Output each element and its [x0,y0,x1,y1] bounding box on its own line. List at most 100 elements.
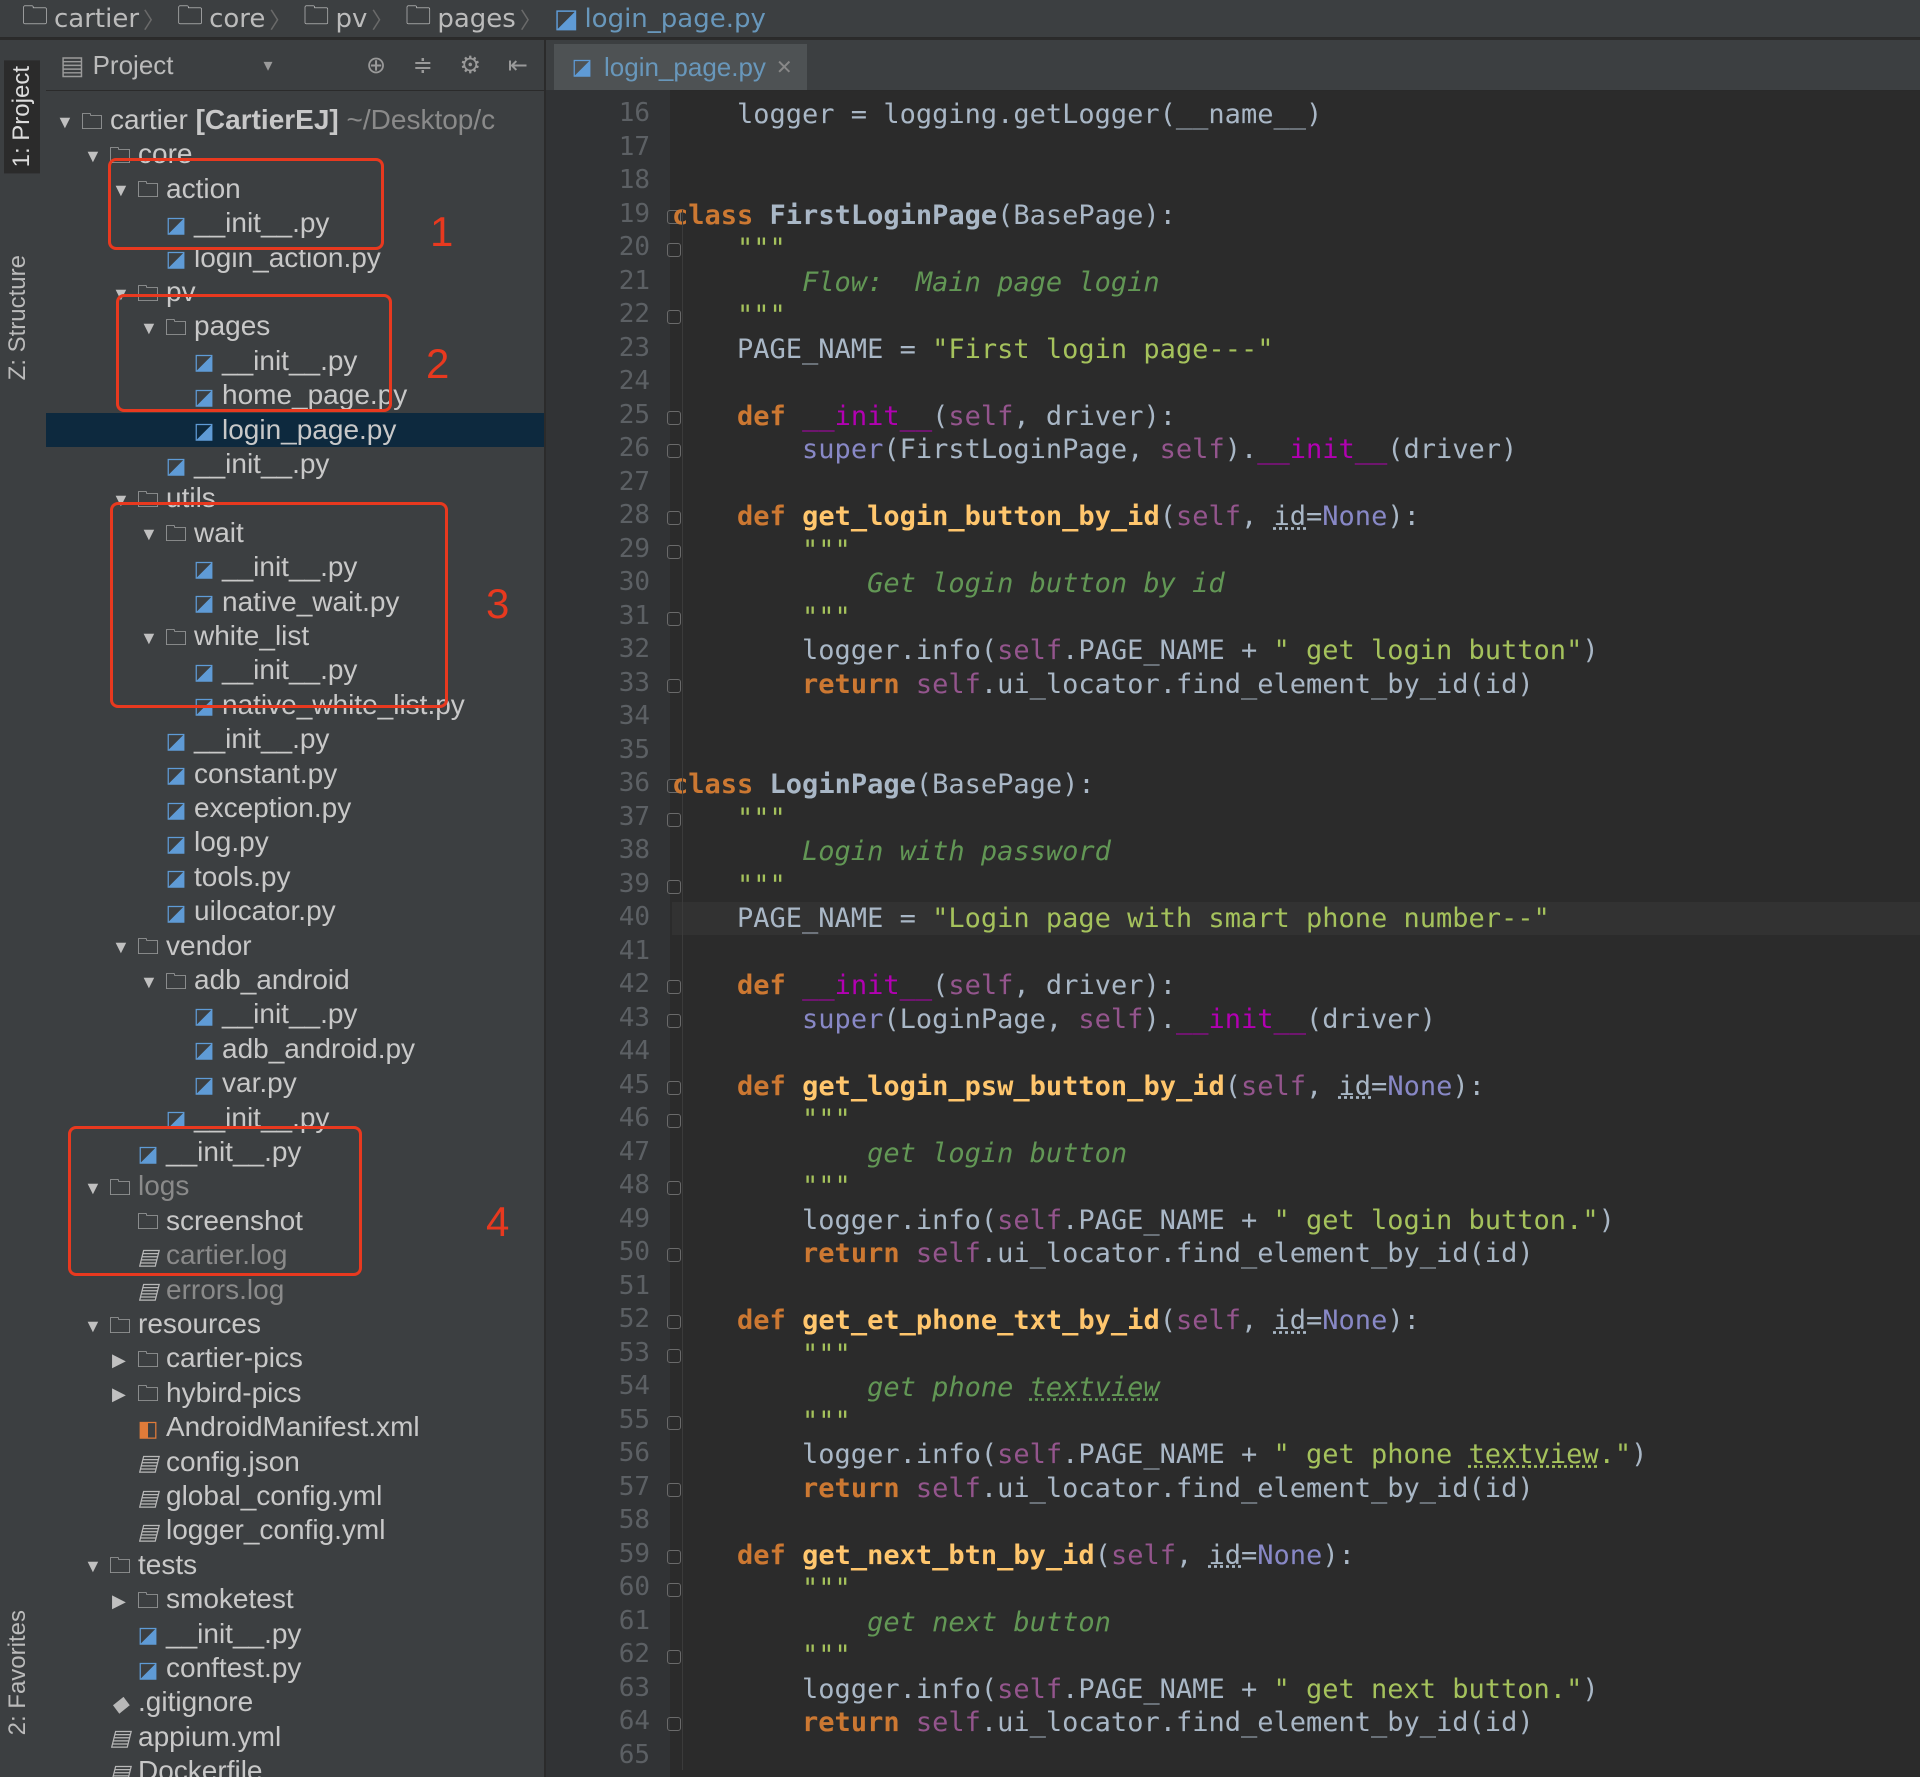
collapse-arrow-icon[interactable]: ▼ [84,1549,106,1583]
tree-node[interactable]: ◪ adb_android.py [46,1032,544,1066]
tree-node[interactable]: ◪ __init__.py [46,997,544,1031]
line-number: 38 [618,835,650,865]
breadcrumb-label: pages [437,3,516,34]
breadcrumb-item[interactable]: 🗀 core [169,0,265,41]
text-file-icon: ▤ [137,1519,159,1544]
tree-node[interactable]: ◪ tools.py [46,860,544,894]
tree-node[interactable]: ▼ 🗀 tests [46,1548,544,1582]
editor-tab-bar: ◪ login_page.py ✕ [546,40,1920,91]
tree-node[interactable]: ▼ 🗀 adb_android [46,963,544,997]
tree-node[interactable]: ◪ log.py [46,825,544,859]
line-number: 39 [618,868,650,899]
tree-node[interactable]: ◪ conftest.py [46,1651,544,1685]
expand-arrow-icon[interactable]: ▶ [112,1377,134,1411]
folder-icon: 🗀 [136,1381,159,1407]
line-number: 21 [618,265,650,296]
project-tool-tab[interactable]: 1: Project [4,60,40,174]
line-number: 19 [618,198,650,229]
tree-node[interactable]: ◪ constant.py [46,757,544,791]
tree-node[interactable]: ◪ __init__.py [46,1617,544,1651]
python-file-icon: ◪ [571,54,593,79]
folder-icon: 🗀 [136,934,159,960]
line-number: 33 [618,667,650,698]
breadcrumb-item[interactable]: ◪ login_page.py [546,4,766,34]
annotation-box-2 [116,294,392,412]
tree-node-label: exception.py [194,792,352,823]
code-line: """ [672,1573,851,1604]
collapse-arrow-icon[interactable]: ▼ [140,965,162,999]
line-number: 61 [618,1605,650,1636]
tree-node-label: __init__.py [222,998,358,1030]
line-number: 20 [618,232,650,262]
tree-node-label: log.py [194,826,269,858]
line-number: 58 [618,1505,650,1535]
tree-node[interactable]: ▼ 🗀 vendor [46,929,544,963]
tree-node[interactable]: ▶ 🗀 smoketest [46,1582,544,1616]
structure-tool-tab[interactable]: Z: Structure [4,255,32,380]
line-number: 30 [618,567,650,597]
project-view-selector[interactable]: Project [93,50,174,81]
line-number: 57 [618,1471,650,1502]
code-line: PAGE_NAME = "First login page---" [672,333,1274,365]
line-number: 60 [618,1572,650,1602]
python-file-icon: ◪ [165,865,187,891]
annotation-number-4: 4 [486,1198,510,1245]
tree-node[interactable]: ▤ appium.yml [46,1720,544,1754]
collapse-arrow-icon[interactable]: ▼ [84,1309,106,1343]
tree-node[interactable]: ◪ uilocator.py [46,894,544,928]
tree-node[interactable]: ◧ AndroidManifest.xml [46,1410,544,1444]
expand-arrow-icon[interactable]: ▶ [112,1343,134,1377]
tree-node[interactable]: ▶ 🗀 cartier-pics [46,1341,544,1375]
close-icon[interactable]: ✕ [776,55,793,80]
line-number: 52 [618,1304,650,1334]
code-line: PAGE_NAME = "Login page with smart phone… [672,902,1920,935]
tree-node[interactable]: ◆ .gitignore [46,1685,544,1719]
annotation-box-1 [108,158,384,250]
breadcrumb-item[interactable]: 🗀 cartier [14,0,139,41]
tree-node[interactable]: ▤ logger_config.yml [46,1513,544,1547]
line-number: 45 [618,1069,650,1100]
editor-tab-login-page[interactable]: ◪ login_page.py ✕ [554,44,807,90]
python-file-icon: ◪ [165,452,187,478]
line-number: 50 [618,1237,650,1267]
tree-node[interactable]: ◪ __init__.py [46,722,544,756]
dropdown-icon[interactable]: ▾ [264,55,273,76]
tool-window-strip: 1: Project Z: Structure 2: Favorites [0,40,47,1777]
tree-node[interactable]: ▤ errors.log [46,1273,544,1307]
tree-node[interactable]: ◪ exception.py [46,791,544,825]
tree-node[interactable]: ◪ __init__.py [46,447,544,481]
code-area[interactable]: logger = logging.getLogger(__name__) clas… [672,90,1920,1777]
tree-node[interactable]: ◪ var.py [46,1066,544,1100]
breadcrumb-label: login_page.py [584,3,766,34]
breadcrumb-item[interactable]: 🗀 pv [295,0,367,41]
python-file-icon: ◪ [165,762,187,788]
tree-node-label: logger_config.yml [166,1514,386,1546]
line-number: 37 [618,801,650,832]
expand-arrow-icon[interactable]: ▶ [112,1584,134,1618]
tree-node[interactable]: ▶ 🗀 hybird-pics [46,1376,544,1410]
collapse-arrow-icon[interactable]: ▼ [56,105,78,139]
code-line: """ [672,1338,851,1370]
code-line: get next button [672,1606,1111,1638]
code-line: return self.ui_locator.find_element_by_i… [802,1472,1534,1504]
breadcrumb-item[interactable]: 🗀 pages [397,0,516,41]
tree-node[interactable]: ◪ login_page.py [46,412,544,447]
folder-icon: 🗀 [80,108,103,134]
tree-node[interactable]: ▤ Dockerfile [46,1754,544,1777]
tree-node[interactable]: ▤ config.json [46,1445,544,1479]
line-number: 53 [618,1337,650,1368]
tree-node[interactable]: ▼ 🗀 cartier [CartierEJ] ~/Desktop/c [46,103,544,137]
collapse-arrow-icon[interactable]: ▼ [112,930,134,964]
panel-tool-icons[interactable]: ⊕ ≑ ⚙ ⇤ [366,51,538,80]
annotation-number-3: 3 [486,580,510,627]
line-number: 40 [618,902,650,932]
tree-node[interactable]: ▼ 🗀 resources [46,1307,544,1341]
code-line: """ [672,534,851,566]
line-number: 18 [618,165,650,195]
favorites-tool-tab[interactable]: 2: Favorites [4,1610,32,1735]
line-number: 55 [618,1404,650,1435]
collapse-arrow-icon[interactable]: ▼ [84,139,106,173]
tree-node[interactable]: ▤ global_config.yml [46,1479,544,1513]
